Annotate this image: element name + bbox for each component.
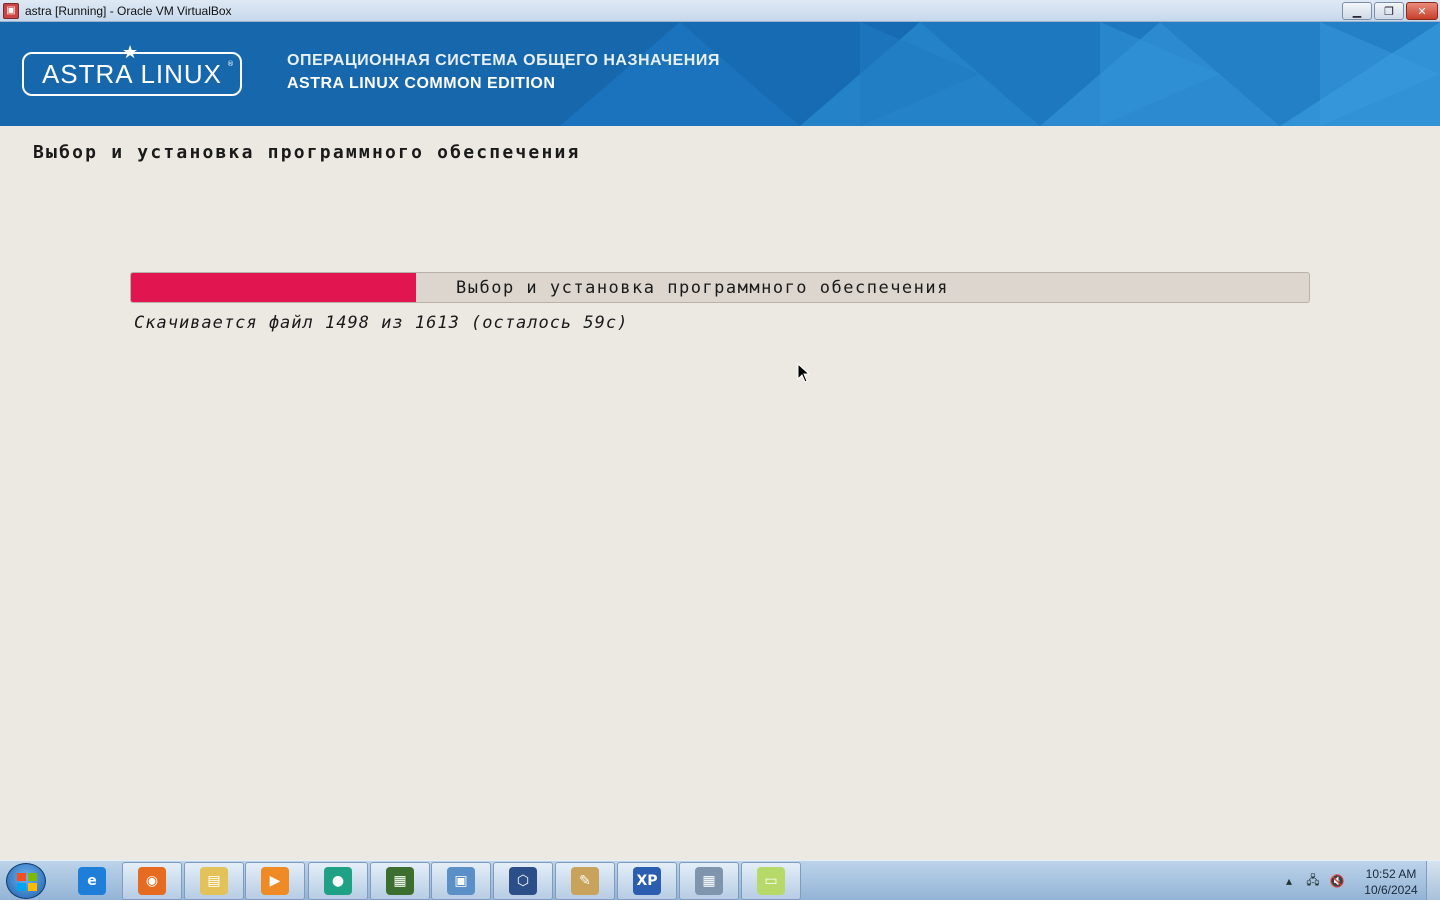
taskbar-button-firefox[interactable]: ◉ — [122, 862, 182, 900]
astra-banner: ★ ASTRA LINUX ® ОПЕРАЦИОННАЯ СИСТЕМА ОБЩ… — [0, 22, 1440, 126]
virtualbox-icon: ⬡ — [509, 867, 537, 895]
taskbar-button-xp-mode[interactable]: XP — [617, 862, 677, 900]
registered-mark-icon: ® — [227, 60, 234, 68]
show-desktop-button[interactable] — [1426, 861, 1440, 900]
star-icon: ★ — [122, 42, 139, 63]
taskbar: e ◉ ▤ ▶ ● ▦ ▣ ⬡ ✎ XP ▦ ▭ ▴ 🖧 🔇 10:52 AM 10/6/2024 — [0, 860, 1440, 900]
network-icon[interactable]: 🖧 — [1304, 872, 1322, 890]
taskbar-button-media-player[interactable]: ▶ — [245, 862, 305, 900]
paint-icon: ✎ — [571, 867, 599, 895]
logo-text: ASTRA LINUX — [41, 58, 223, 89]
calculator-icon: ▦ — [695, 867, 723, 895]
taskbar-button-terminal-app[interactable]: ▦ — [370, 862, 430, 900]
windows-logo-icon — [17, 873, 37, 891]
close-icon: ✕ — [1417, 4, 1427, 18]
taskbar-button-paint[interactable]: ✎ — [555, 862, 615, 900]
close-button[interactable]: ✕ — [1406, 2, 1438, 20]
network-app-icon: ▣ — [447, 867, 475, 895]
green-app-icon: ● — [324, 867, 352, 895]
sticky-notes-icon: ▭ — [757, 867, 785, 895]
taskbar-button-file-explorer[interactable]: ▤ — [184, 862, 244, 900]
step-title: Выбор и установка программного обеспечен… — [33, 142, 581, 163]
install-progress-bar: Выбор и установка программного обеспечен… — [130, 272, 1310, 303]
internet-explorer-icon: e — [78, 867, 106, 895]
show-hidden-icons-arrow[interactable]: ▴ — [1280, 872, 1298, 890]
minimize-icon: ▁ — [1352, 4, 1362, 18]
firefox-icon: ◉ — [138, 867, 166, 895]
banner-subtitle-ru: ОПЕРАЦИОННАЯ СИСТЕМА ОБЩЕГО НАЗНАЧЕНИЯ — [287, 52, 720, 69]
astra-linux-logo: ★ ASTRA LINUX ® — [22, 42, 242, 96]
xp-mode-icon: XP — [633, 867, 661, 895]
clock-time: 10:52 AM — [1365, 867, 1417, 881]
taskbar-button-network-app[interactable]: ▣ — [431, 862, 491, 900]
mouse-pointer-icon — [797, 363, 811, 383]
file-explorer-icon: ▤ — [200, 867, 228, 895]
window-titlebar[interactable]: ▣ astra [Running] - Oracle VM VirtualBox — [0, 0, 1440, 22]
taskbar-button-internet-explorer[interactable]: e — [62, 862, 122, 900]
taskbar-button-sticky-notes[interactable]: ▭ — [741, 862, 801, 900]
clock-date: 10/6/2024 — [1364, 883, 1418, 897]
progress-label: Выбор и установка программного обеспечен… — [456, 278, 949, 298]
restore-button[interactable]: ❐ — [1374, 2, 1404, 20]
progress-status-text: Скачивается файл 1498 из 1613 (осталось … — [134, 313, 629, 333]
minimize-button[interactable]: ▁ — [1342, 2, 1372, 20]
system-clock[interactable]: 10:52 AM 10/6/2024 — [1352, 866, 1430, 898]
system-tray: ▴ 🖧 🔇 — [1280, 861, 1352, 900]
taskbar-button-green-app[interactable]: ● — [308, 862, 368, 900]
progress-fill — [131, 273, 417, 302]
start-button[interactable] — [6, 863, 46, 899]
volume-muted-icon[interactable]: 🔇 — [1328, 872, 1346, 890]
taskbar-button-calculator[interactable]: ▦ — [679, 862, 739, 900]
restore-icon: ❐ — [1384, 4, 1394, 18]
media-player-icon: ▶ — [261, 867, 289, 895]
terminal-app-icon: ▦ — [386, 867, 414, 895]
taskbar-button-virtualbox[interactable]: ⬡ — [493, 862, 553, 900]
banner-subtitle-en: ASTRA LINUX COMMON EDITION — [287, 75, 556, 92]
window-title: astra [Running] - Oracle VM VirtualBox — [25, 3, 232, 18]
banner-geometric-pattern — [560, 22, 1440, 126]
virtualbox-window-icon[interactable]: ▣ — [3, 2, 19, 19]
